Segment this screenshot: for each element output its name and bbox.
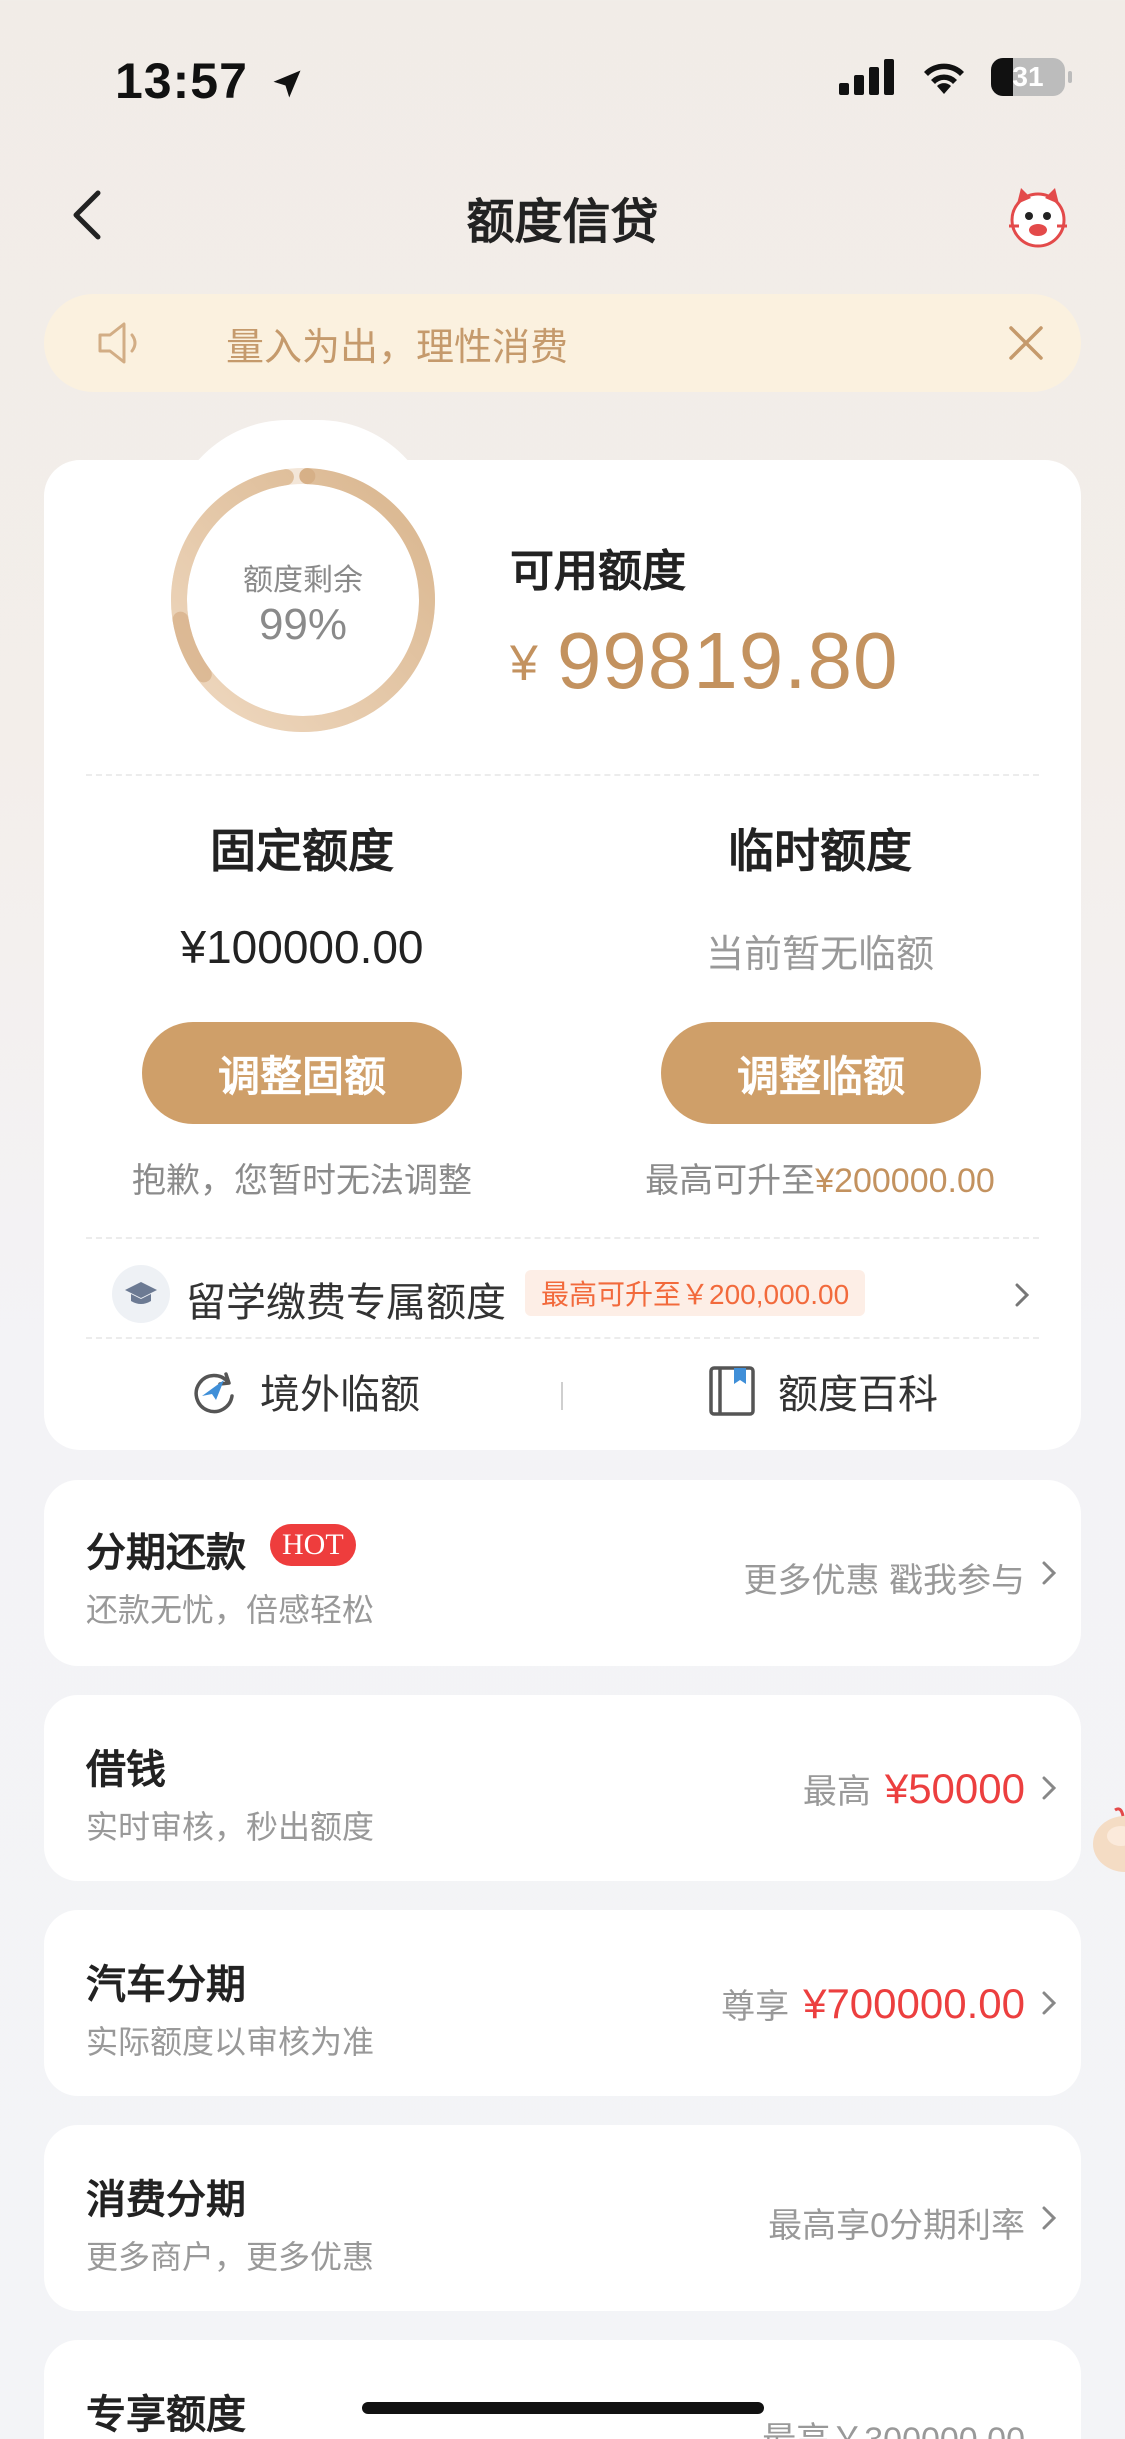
book-icon <box>709 1366 755 1416</box>
chevron-right-icon <box>1042 1776 1057 1800</box>
notice-text: 量入为出，理性消费 <box>226 326 569 369</box>
divider <box>86 1337 1039 1339</box>
study-abroad-credit-link[interactable]: 留学缴费专属额度 <box>186 1270 506 1328</box>
list-item-amount: ¥50000 <box>884 1765 1025 1812</box>
battery-level: 31 <box>1012 61 1044 92</box>
wifi-icon <box>924 63 964 94</box>
list-item-right-text: 最高 ¥50000 <box>803 1764 1025 1813</box>
status-time: 13:57 <box>115 52 305 110</box>
temp-note-value: ¥200000.00 <box>815 1162 995 1200</box>
status-time-text: 13:57 <box>115 53 248 109</box>
mascot-avatar-icon[interactable] <box>1003 182 1073 252</box>
chevron-right-icon[interactable] <box>1012 1280 1032 1310</box>
chevron-right-icon <box>1042 2206 1057 2230</box>
study-credit-badge: 最高可升至￥200,000.00 <box>525 1270 866 1316</box>
list-item-prefix: 最高 <box>802 1773 871 1811</box>
divider <box>86 774 1039 776</box>
available-credit-value: ¥99819.80 <box>510 615 898 707</box>
list-item-subtitle: 实际额度以审核为准 <box>86 2024 375 2060</box>
page-title: 额度信贷 <box>466 196 659 249</box>
battery-indicator: 31 <box>991 58 1072 96</box>
list-item-title: 借钱 <box>86 1748 166 1792</box>
home-indicator <box>362 2402 764 2414</box>
list-item-title: 分期还款 <box>86 1531 246 1575</box>
list-item-right-text: 尊享 ¥700000.00 <box>721 1979 1025 2028</box>
list-item-subtitle: 实时审核，秒出额度 <box>86 1809 375 1845</box>
temp-credit-note: 最高可升至¥200000.00 <box>540 1153 1100 1202</box>
adjust-fixed-button[interactable]: 调整固额 <box>142 1022 462 1124</box>
list-item-prefix: 尊享 <box>721 1988 790 2026</box>
fixed-credit-note: 抱歉，您暂时无法调整 <box>132 1162 472 1200</box>
fixed-credit-value: ¥100000.00 <box>180 921 424 973</box>
speaker-icon <box>98 322 137 364</box>
close-icon[interactable] <box>1005 322 1047 364</box>
list-item-promo: 最高￥300000.00 <box>762 2412 1025 2439</box>
overseas-temp-credit-label: 境外临额 <box>260 1373 420 1417</box>
hot-badge: HOT <box>270 1524 356 1566</box>
list-item-amount: ¥700000.00 <box>803 1980 1025 2027</box>
credit-wiki-label: 额度百科 <box>778 1373 938 1417</box>
currency-symbol: ¥ <box>510 635 539 691</box>
list-item-right-text: 最高￥300000.00 <box>762 2412 1025 2439</box>
fixed-credit-title: 固定额度 <box>210 825 394 877</box>
chevron-right-icon <box>1042 1561 1057 1585</box>
ring-value: 99% <box>258 600 348 649</box>
list-item-right-text: 更多优惠 戳我参与 <box>744 1553 1025 1602</box>
floating-mascot-icon[interactable] <box>1085 1800 1125 1880</box>
available-amount: 99819.80 <box>556 616 899 705</box>
list-item-promo: 更多优惠 戳我参与 <box>743 1562 1025 1600</box>
list-item-subtitle: 更多商户，更多优惠 <box>86 2239 375 2275</box>
available-credit-label: 可用额度 <box>510 547 686 596</box>
divider <box>86 1237 1039 1239</box>
list-item-title: 汽车分期 <box>86 1963 246 2007</box>
temp-note-prefix: 最高可升至 <box>645 1162 816 1200</box>
list-item-right-text: 最高享0分期利率 <box>768 2198 1025 2247</box>
location-arrow-icon <box>273 70 301 98</box>
temp-credit-value: 当前暂无临额 <box>705 934 934 976</box>
temp-credit-title: 临时额度 <box>728 825 912 877</box>
link-separator <box>561 1382 563 1410</box>
list-item-title: 消费分期 <box>86 2178 246 2222</box>
credit-wiki-link[interactable]: 额度百科 <box>708 1362 938 1420</box>
chevron-right-icon <box>1042 1991 1057 2015</box>
list-item-promo: 最高享0分期利率 <box>768 2207 1025 2245</box>
list-item-subtitle: 还款无忧，倍感轻松 <box>86 1592 375 1628</box>
list-item-title: 专享额度 <box>86 2393 246 2437</box>
status-icons: 31 <box>839 58 1072 96</box>
plane-refresh-icon <box>194 1372 234 1414</box>
graduation-cap-icon <box>112 1265 170 1323</box>
overseas-temp-credit-link[interactable]: 境外临额 <box>188 1362 420 1420</box>
ring-label: 额度剩余 <box>243 564 363 597</box>
adjust-temp-button[interactable]: 调整临额 <box>661 1022 981 1124</box>
cellular-signal-icon <box>839 59 894 95</box>
notice-bar: 量入为出，理性消费 <box>44 294 1081 392</box>
